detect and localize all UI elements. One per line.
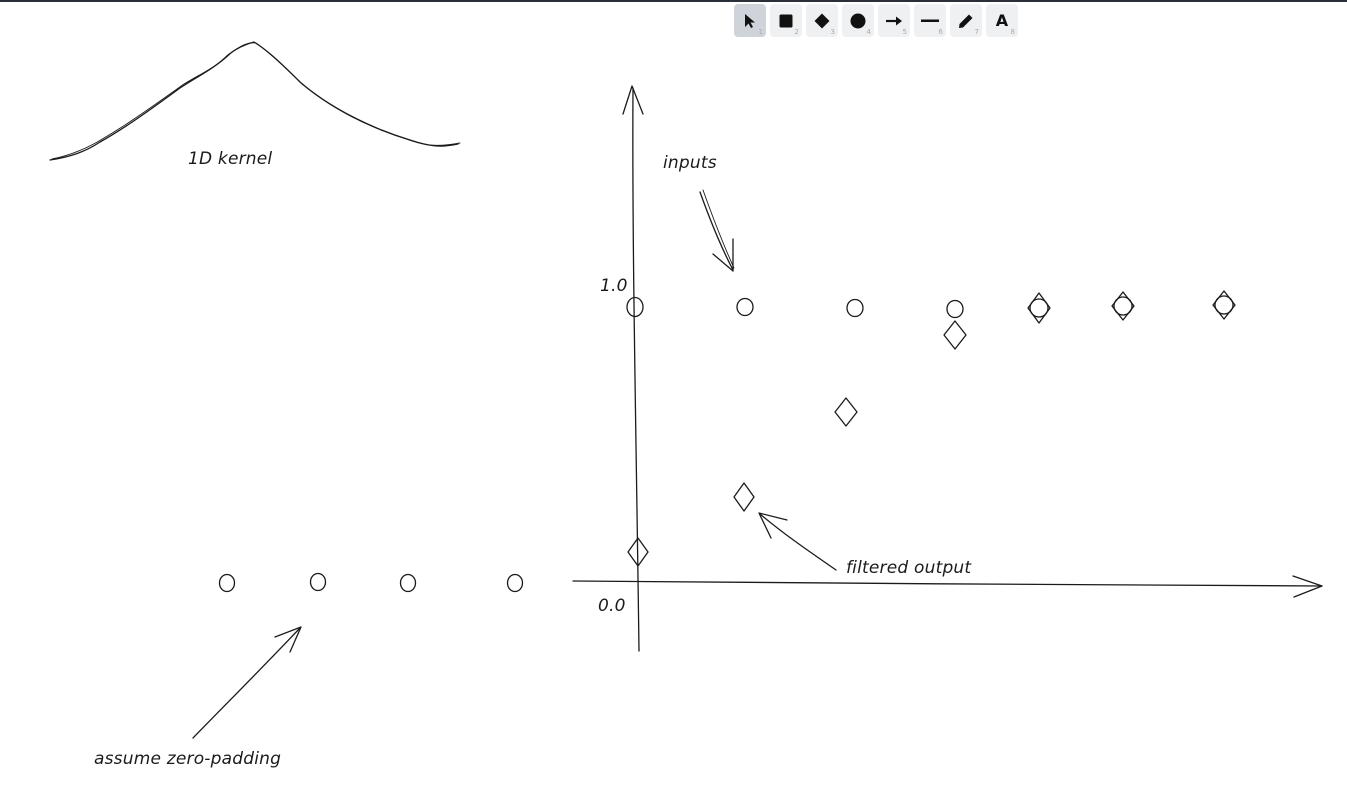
x-axis[interactable]: [572, 580, 1323, 587]
y-tick-top-label[interactable]: 1.0: [600, 276, 628, 296]
output-diamond[interactable]: [834, 397, 858, 427]
filtered-output-label[interactable]: filtered output: [846, 558, 972, 578]
input-circle[interactable]: [946, 299, 964, 319]
input-circle[interactable]: [736, 297, 754, 317]
padding-circle[interactable]: [399, 573, 417, 593]
inputs-arrow-sketch: [702, 189, 735, 269]
padding-circle[interactable]: [506, 573, 524, 593]
output-diamond[interactable]: [1212, 290, 1236, 320]
inputs-arrowhead: [712, 238, 734, 272]
kernel-label[interactable]: 1D kernel: [188, 149, 272, 169]
filtered-arrow[interactable]: [759, 513, 837, 571]
drawing-canvas[interactable]: 1D kernel inputs 1.0 0.0 filtered output…: [0, 0, 1347, 805]
inputs-label[interactable]: inputs: [663, 153, 717, 173]
padding-circle[interactable]: [218, 573, 236, 593]
padding-label[interactable]: assume zero-padding: [94, 749, 281, 769]
output-diamond[interactable]: [1111, 291, 1135, 321]
kernel-curve[interactable]: [49, 41, 459, 161]
kernel-curve-sketch: [51, 42, 461, 160]
y-tick-bottom-label[interactable]: 0.0: [598, 596, 626, 616]
output-diamond[interactable]: [943, 320, 967, 350]
padding-arrow[interactable]: [192, 627, 301, 739]
output-diamond[interactable]: [733, 482, 755, 512]
padding-circle[interactable]: [309, 572, 327, 592]
inputs-arrow[interactable]: [699, 191, 734, 271]
input-circle[interactable]: [846, 298, 864, 318]
output-diamond[interactable]: [1027, 292, 1051, 324]
input-circle[interactable]: [626, 296, 644, 318]
